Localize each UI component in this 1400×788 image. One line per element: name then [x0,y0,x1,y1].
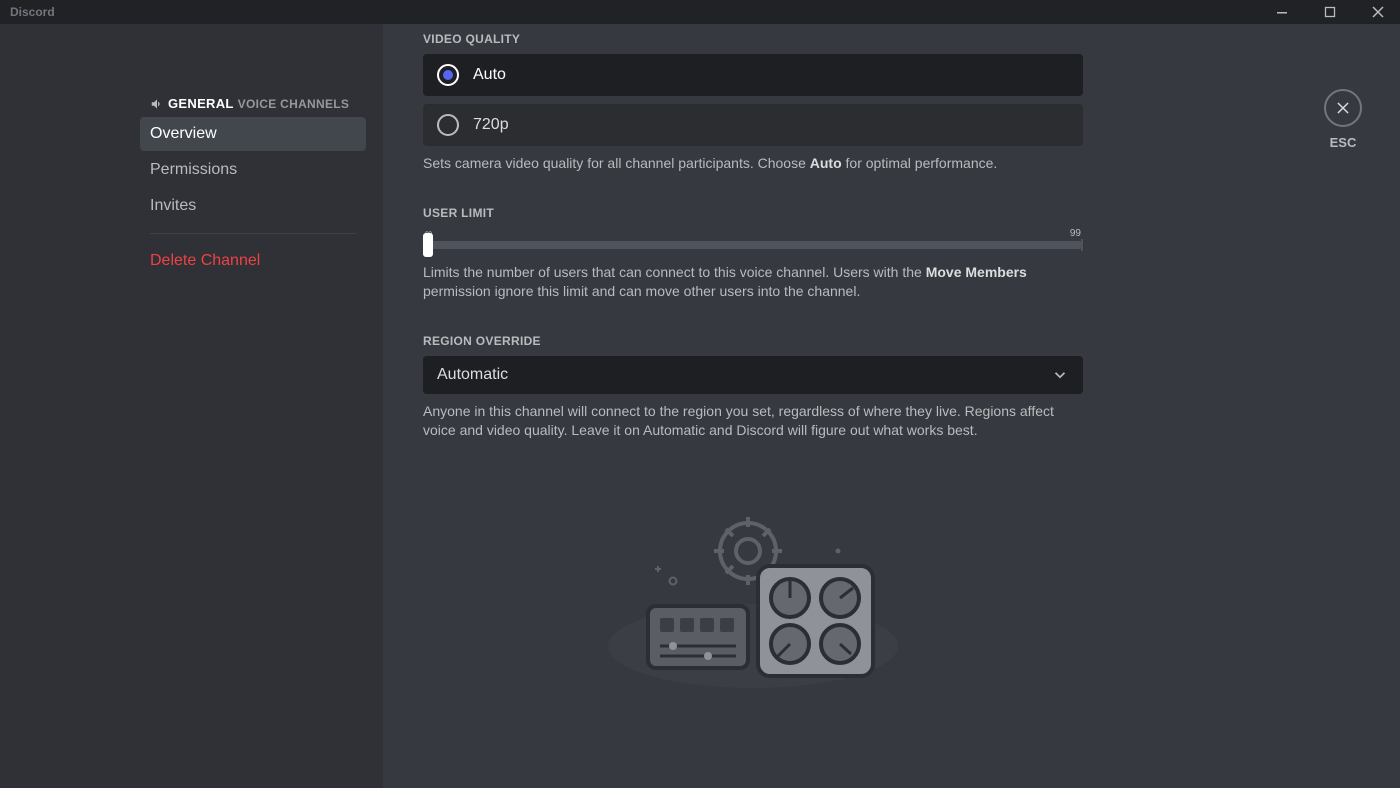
video-quality-description: Sets camera video quality for all channe… [423,154,1083,174]
sidebar-item-permissions[interactable]: Permissions [140,153,366,187]
sidebar-header-suffix: Voice Channels [238,97,350,111]
region-description: Anyone in this channel will connect to t… [423,402,1083,441]
radio-icon [437,64,459,86]
sidebar-item-delete-channel[interactable]: Delete Channel [140,244,366,278]
sidebar-divider [150,233,356,234]
content-region[interactable]: Video Quality Auto 720p Sets camera vide… [383,24,1400,788]
settings-illustration [423,511,1083,691]
sidebar-item-label: Invites [150,197,196,214]
chevron-down-icon [1051,366,1069,384]
close-settings-button[interactable] [1324,89,1362,127]
section-title-region-override: Region Override [423,334,1083,348]
sidebar-item-overview[interactable]: Overview [140,117,366,151]
section-title-video-quality: Video Quality [423,32,1083,46]
user-limit-slider[interactable]: ∞ 99 [423,228,1083,249]
section-title-user-limit: User Limit [423,206,1083,220]
region-select[interactable]: Automatic [423,356,1083,394]
radio-label: Auto [473,66,506,84]
slider-track[interactable] [423,241,1083,249]
user-limit-description: Limits the number of users that can conn… [423,263,1083,302]
sidebar-item-label: Overview [150,125,217,142]
radio-icon [437,114,459,136]
sidebar-header: General Voice Channels [140,96,366,117]
maximize-button[interactable] [1316,1,1344,23]
radio-option-720p[interactable]: 720p [423,104,1083,146]
close-settings-label: ESC [1330,135,1357,150]
radio-option-auto[interactable]: Auto [423,54,1083,96]
titlebar: Discord [0,0,1400,24]
volume-icon [150,97,164,111]
close-window-button[interactable] [1364,1,1392,23]
sidebar-item-label: Delete Channel [150,252,260,269]
sidebar-header-name: General [168,96,234,111]
sidebar: General Voice Channels Overview Permissi… [0,24,383,788]
sidebar-item-invites[interactable]: Invites [140,189,366,223]
sidebar-item-label: Permissions [150,161,237,178]
window-controls [1268,1,1392,23]
minimize-button[interactable] [1268,1,1296,23]
slider-grabber[interactable] [423,233,433,257]
app-name: Discord [10,5,55,19]
region-select-value: Automatic [437,366,508,384]
slider-max-label: 99 [1070,228,1081,239]
radio-label: 720p [473,116,509,134]
